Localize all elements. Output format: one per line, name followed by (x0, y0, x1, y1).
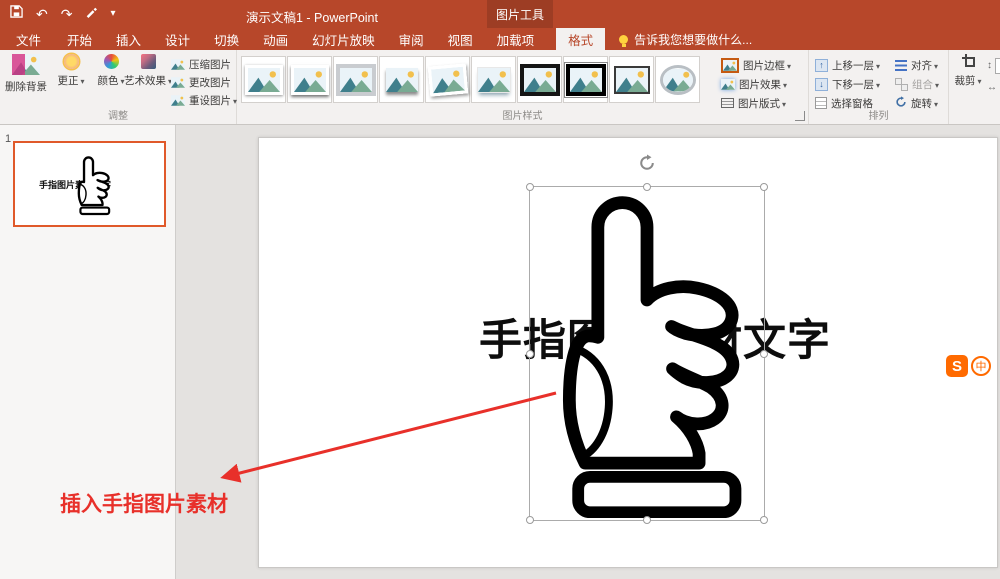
bring-forward-button[interactable]: ↑ 上移一层 (815, 57, 880, 73)
redo-icon[interactable]: ↷ (61, 7, 73, 21)
size-group: 裁剪 ↕ ↔ (949, 50, 1000, 124)
tab-review[interactable]: 审阅 (387, 28, 436, 50)
tab-file[interactable]: 文件 (2, 28, 55, 50)
send-backward-icon: ↓ (815, 78, 828, 91)
height-icon: ↕ (987, 61, 992, 71)
height-input[interactable] (995, 58, 1000, 74)
annotation-label: 插入手指图片素材 (60, 488, 228, 518)
compress-pictures-icon (171, 59, 185, 70)
reset-picture-button[interactable]: 重设图片 (171, 92, 237, 108)
align-icon (895, 60, 907, 71)
change-picture-button[interactable]: 更改图片 (171, 74, 237, 90)
picture-style-thumbnail[interactable] (609, 56, 654, 103)
ribbon-tabs: 文件 开始 插入 设计 切换 动画 幻灯片放映 审阅 视图 加载项 格式 告诉我… (0, 28, 1000, 50)
align-button[interactable]: 对齐 (895, 57, 939, 73)
picture-styles-group-label: 图片样式 (237, 107, 808, 122)
tab-home[interactable]: 开始 (55, 28, 104, 50)
resize-handle-n[interactable] (643, 183, 651, 191)
picture-selection[interactable] (529, 186, 765, 521)
picture-style-thumbnail[interactable] (333, 56, 378, 103)
artistic-effects-button[interactable]: 艺术效果 (126, 54, 170, 88)
resize-handle-se[interactable] (760, 516, 768, 524)
remove-background-button[interactable]: 删除背景 (3, 54, 49, 94)
tab-slideshow[interactable]: 幻灯片放映 (300, 28, 387, 50)
resize-handle-w[interactable] (526, 350, 534, 358)
width-icon: ↔ (987, 83, 997, 93)
height-field[interactable]: ↕ (987, 58, 1000, 74)
tell-me-box[interactable]: 告诉我您想要做什么... (609, 28, 762, 50)
resize-handle-nw[interactable] (526, 183, 534, 191)
send-backward-button[interactable]: ↓ 下移一层 (815, 76, 880, 92)
pen-icon[interactable] (85, 5, 97, 23)
adjust-group-label: 调整 (0, 107, 236, 122)
bulb-icon (619, 35, 628, 44)
reset-picture-icon (171, 95, 185, 106)
remove-background-icon (12, 54, 40, 75)
watermark-letter: S (946, 355, 968, 377)
rotation-handle-icon[interactable] (638, 154, 656, 172)
picture-border-button[interactable]: 图片边框 (721, 57, 791, 73)
tell-me-label: 告诉我您想要做什么... (634, 31, 752, 48)
picture-effects-icon (721, 79, 735, 90)
tab-design[interactable]: 设计 (153, 28, 202, 50)
picture-style-thumbnail[interactable] (563, 56, 608, 103)
window-title: 演示文稿1 - PowerPoint (246, 7, 378, 26)
corrections-button[interactable]: 更正 (52, 54, 90, 88)
picture-style-thumbnail[interactable] (517, 56, 562, 103)
undo-icon[interactable]: ↶ (36, 7, 48, 21)
watermark-char: 中 (971, 356, 991, 376)
arrange-group: ↑ 上移一层 ↓ 下移一层 选择窗格 对齐 组合 (809, 50, 949, 124)
size-fields: ↕ ↔ (987, 58, 1000, 96)
sun-icon (64, 54, 79, 69)
qat-dropdown-icon[interactable]: ▾ (110, 9, 115, 19)
picture-tools-context-label: 图片工具 (487, 0, 553, 28)
picture-style-thumbnail[interactable] (425, 56, 470, 103)
tab-format-active[interactable]: 格式 (556, 28, 605, 50)
picture-border-icon (721, 58, 739, 73)
adjust-small-buttons: 压缩图片 更改图片 重设图片 (171, 56, 237, 108)
picture-style-thumbnail[interactable] (655, 56, 700, 103)
tab-insert[interactable]: 插入 (104, 28, 153, 50)
width-field[interactable]: ↔ (987, 80, 1000, 96)
watermark-logo: S 中 (946, 355, 991, 377)
quick-access-toolbar: ↶ ↷ ▾ (10, 0, 116, 28)
artistic-effects-icon (141, 54, 156, 69)
group-icon (895, 78, 908, 91)
arrange-group-label: 排列 (809, 107, 948, 122)
resize-handle-s[interactable] (643, 516, 651, 524)
adjust-group: 删除背景 更正 颜色 艺术效果 压缩图片 更改图片 重设图片 (0, 50, 237, 124)
slide-number: 1 (5, 133, 11, 145)
titlebar: ↶ ↷ ▾ 演示文稿1 - PowerPoint 图片工具 (0, 0, 1000, 28)
save-icon[interactable] (10, 5, 23, 23)
tab-animations[interactable]: 动画 (251, 28, 300, 50)
picture-styles-group: 图片边框 图片效果 图片版式 图片样式 (237, 50, 809, 124)
crop-button[interactable]: 裁剪 (951, 54, 985, 88)
change-picture-icon (171, 77, 185, 88)
slide[interactable]: 手指图片素材文字 (258, 137, 998, 568)
color-palette-icon (104, 54, 119, 69)
bring-forward-icon: ↑ (815, 59, 828, 72)
picture-effects-button[interactable]: 图片效果 (721, 76, 791, 92)
picture-style-thumbnail[interactable] (241, 56, 286, 103)
resize-handle-e[interactable] (760, 350, 768, 358)
picture-styles-gallery (241, 56, 700, 103)
resize-handle-ne[interactable] (760, 183, 768, 191)
hand-picture[interactable] (532, 189, 762, 518)
slide-canvas[interactable]: 手指图片素材文字 (176, 125, 1000, 579)
crop-icon (961, 54, 976, 69)
group-button[interactable]: 组合 (895, 76, 939, 92)
slide-thumbnail[interactable]: 手指图片素材文字 (13, 141, 166, 227)
picture-style-thumbnail[interactable] (287, 56, 332, 103)
compress-pictures-button[interactable]: 压缩图片 (171, 56, 237, 72)
thumbnail-hand-image (72, 153, 114, 217)
resize-handle-sw[interactable] (526, 516, 534, 524)
tab-transitions[interactable]: 切换 (202, 28, 251, 50)
picture-style-thumbnail[interactable] (471, 56, 516, 103)
tab-addins[interactable]: 加载项 (485, 28, 547, 50)
tab-view[interactable]: 视图 (436, 28, 485, 50)
picture-styles-buttons: 图片边框 图片效果 图片版式 (721, 57, 791, 111)
picture-style-thumbnail[interactable] (379, 56, 424, 103)
ribbon: 删除背景 更正 颜色 艺术效果 压缩图片 更改图片 重设图片 (0, 50, 1000, 125)
